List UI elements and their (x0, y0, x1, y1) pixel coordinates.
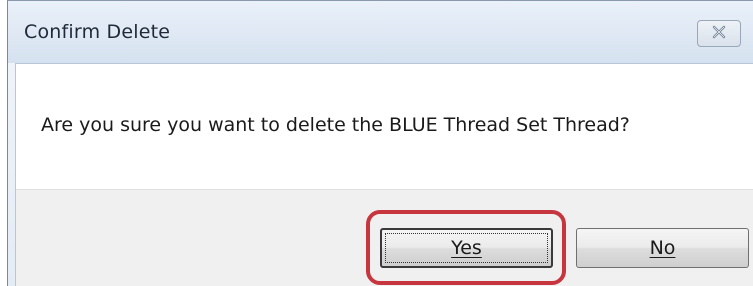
message-area: Are you sure you want to delete the BLUE… (16, 64, 753, 189)
no-button[interactable]: No (576, 228, 749, 268)
dialog-message: Are you sure you want to delete the BLUE… (41, 114, 630, 136)
button-bar: Yes No (16, 189, 753, 286)
confirm-delete-dialog: Confirm Delete Are you sure you want to … (7, 0, 753, 286)
title-bar[interactable]: Confirm Delete (8, 1, 753, 63)
dialog-title: Confirm Delete (24, 21, 171, 43)
close-button[interactable] (697, 20, 741, 47)
yes-button[interactable]: Yes (380, 228, 553, 268)
no-button-label: No (649, 237, 676, 259)
yes-button-label: Yes (451, 237, 482, 259)
dialog-client-area: Are you sure you want to delete the BLUE… (15, 63, 753, 286)
close-icon (711, 24, 727, 43)
